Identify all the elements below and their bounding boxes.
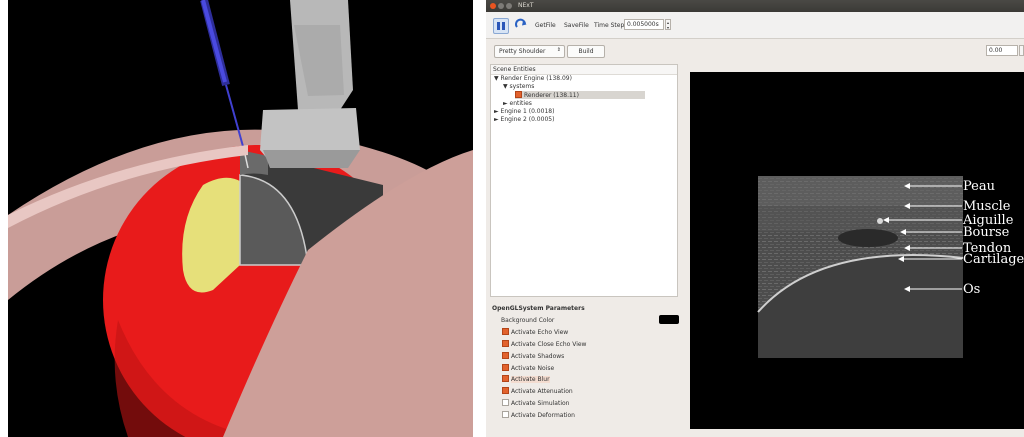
tree-header: Scene Entities	[491, 65, 677, 75]
label-muscle: Muscle	[963, 199, 1011, 214]
background-color-label: Background Color	[501, 317, 555, 324]
tree-item-renderer[interactable]: Renderer (138.11)	[515, 91, 645, 99]
checkbox[interactable]	[502, 411, 509, 418]
3d-scene-view[interactable]	[8, 0, 473, 437]
option-noise[interactable]: Activate Noise	[502, 364, 554, 372]
app-window: NExT GetFile SaveFile Time Step : ▴▾ Pre…	[486, 0, 1024, 437]
reload-icon[interactable]	[514, 18, 528, 32]
option-blur[interactable]: Activate Blur	[502, 375, 550, 383]
checkbox[interactable]	[502, 340, 509, 347]
option-simulation[interactable]: Activate Simulation	[502, 399, 569, 407]
timestep-spinner[interactable]: ▴ ▾	[665, 19, 671, 30]
timestep-input[interactable]	[624, 19, 664, 30]
pause-icon	[497, 22, 500, 30]
option-deformation[interactable]: Activate Deformation	[502, 411, 575, 419]
option-echo-view[interactable]: Activate Echo View	[502, 328, 568, 336]
checkbox[interactable]	[502, 375, 509, 382]
checkbox[interactable]	[502, 328, 509, 335]
savefile-button[interactable]: SaveFile	[564, 22, 589, 29]
title-bar: NExT	[486, 0, 1024, 12]
label-bourse: Bourse	[963, 225, 1010, 240]
tree-item-systems[interactable]: ▼ systems	[503, 83, 534, 91]
checkbox[interactable]	[502, 364, 509, 371]
scene-entities-tree[interactable]: Scene Entities ▼ Render Engine (138.09) …	[490, 64, 678, 297]
renderer-checkbox[interactable]	[515, 91, 522, 98]
tree-item-engine-1[interactable]: ► Engine 1 (0.0018)	[494, 108, 554, 116]
checkbox[interactable]	[502, 399, 509, 406]
value-spinner[interactable]	[1019, 45, 1024, 56]
expand-arrow-icon[interactable]: ▼	[503, 83, 508, 90]
scene-select[interactable]: Pretty Shoulder ⇕	[494, 45, 565, 58]
background-color-button[interactable]	[659, 315, 679, 324]
ultrasound-image	[757, 176, 964, 358]
option-close-echo-view[interactable]: Activate Close Echo View	[502, 340, 586, 348]
checkbox[interactable]	[502, 387, 509, 394]
ultrasound-viewport[interactable]: Peau Muscle Aiguille Bourse Tendon Carti…	[690, 72, 1024, 429]
checkbox[interactable]	[502, 352, 509, 359]
tree-item-engine-2[interactable]: ► Engine 2 (0.0005)	[494, 116, 554, 124]
pause-button[interactable]	[493, 18, 509, 34]
label-os: Os	[963, 282, 980, 297]
maximize-window-button[interactable]	[506, 3, 512, 9]
label-peau: Peau	[963, 179, 995, 194]
option-attenuation[interactable]: Activate Attenuation	[502, 387, 573, 395]
scene-select-value: Pretty Shoulder	[499, 48, 546, 55]
getfile-button[interactable]: GetFile	[535, 22, 556, 29]
value-input[interactable]: 0.00	[986, 45, 1018, 56]
expand-arrow-icon[interactable]: ►	[494, 108, 499, 115]
expand-arrow-icon[interactable]: ►	[494, 116, 499, 123]
expand-arrow-icon[interactable]: ▼	[494, 75, 499, 82]
close-window-button[interactable]	[490, 3, 496, 9]
label-cartilage: Cartilage	[963, 252, 1024, 267]
tree-item-entities[interactable]: ► entities	[503, 100, 532, 108]
toolbar: GetFile SaveFile Time Step : ▴▾	[486, 12, 1024, 39]
tree-item-render-engine[interactable]: ▼ Render Engine (138.09)	[494, 75, 572, 83]
params-title: OpenGLSystem Parameters	[492, 305, 585, 312]
expand-arrow-icon[interactable]: ►	[503, 100, 508, 107]
build-button[interactable]: Build	[567, 45, 605, 58]
window-title: NExT	[518, 2, 534, 9]
minimize-window-button[interactable]	[498, 3, 504, 9]
select-arrows-icon: ⇕	[556, 47, 561, 53]
option-shadows[interactable]: Activate Shadows	[502, 352, 564, 360]
